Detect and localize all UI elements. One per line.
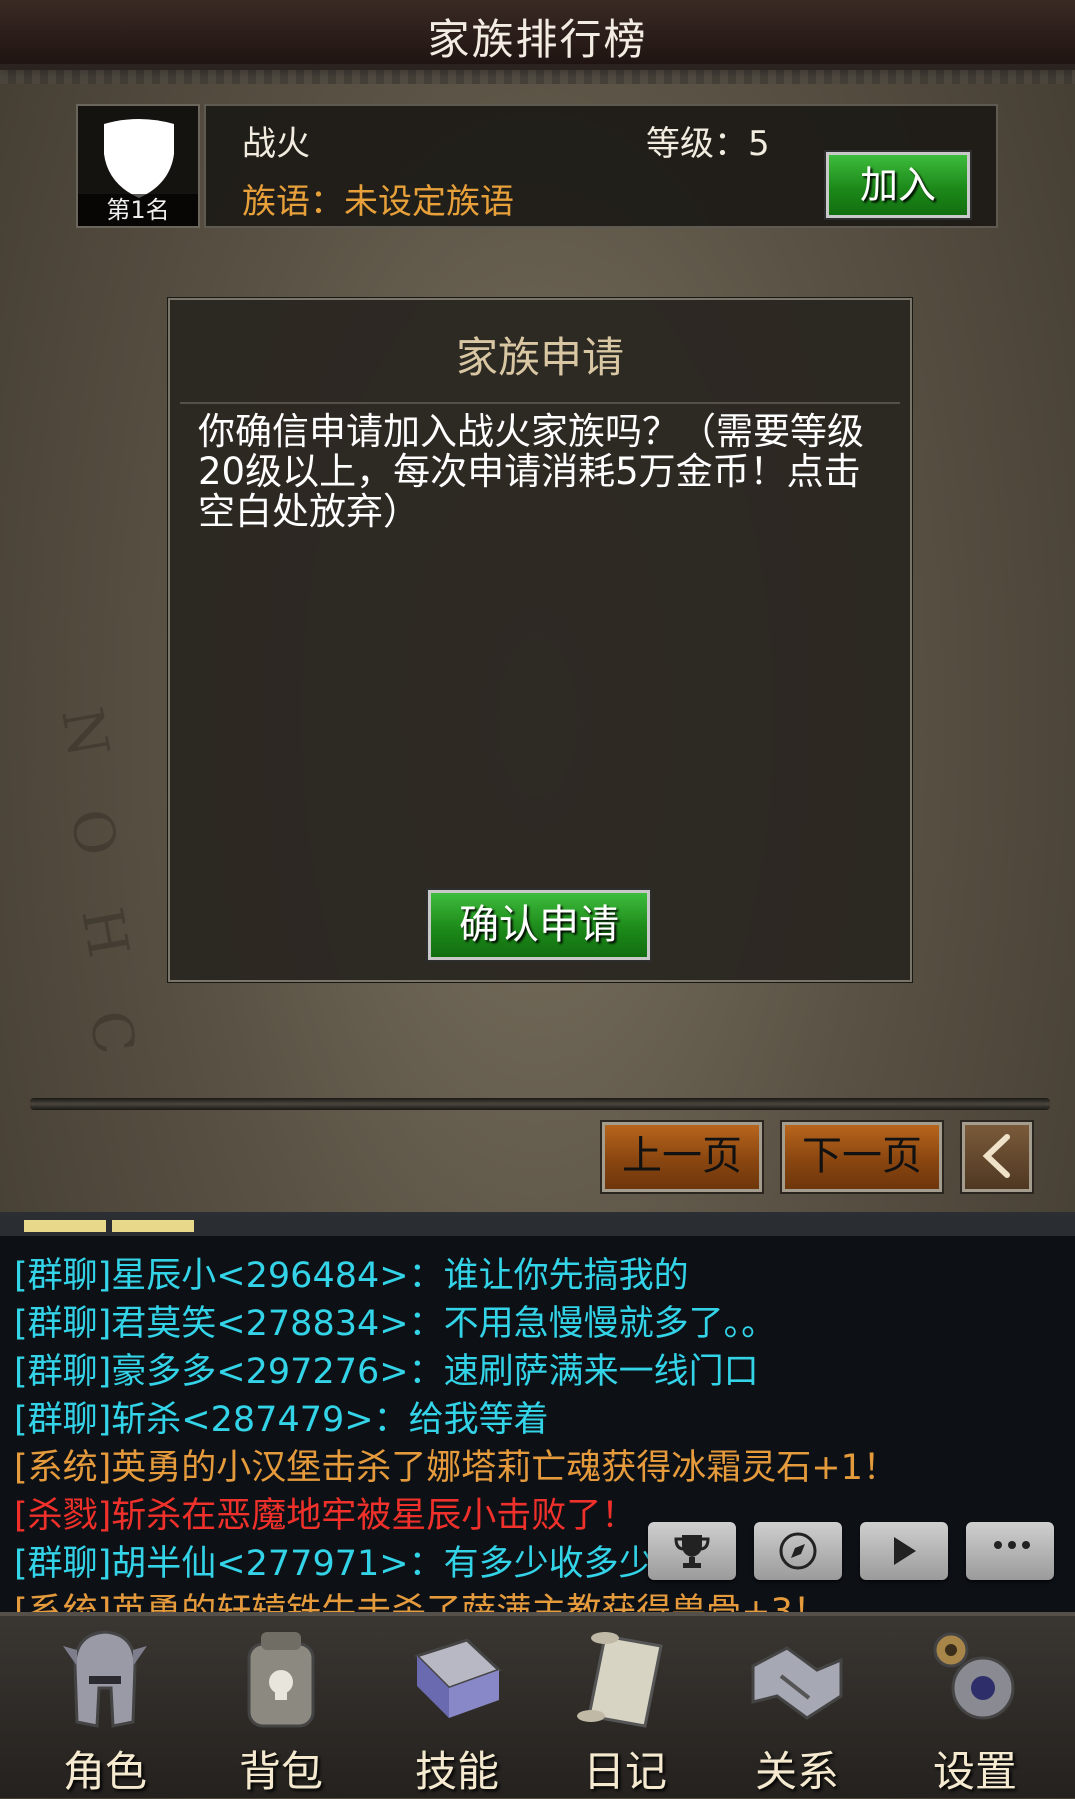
confirm-apply-button[interactable]: 确认申请 xyxy=(426,888,652,962)
chat-line: [系统]英勇的小汉堡击杀了娜塔莉亡魂获得冰霜灵石+1！ xyxy=(14,1448,898,1488)
back-button[interactable] xyxy=(960,1120,1034,1194)
backpack-icon xyxy=(247,1632,315,1728)
chat-line: [群聊]星辰小<296484>：谁让你先搞我的 xyxy=(14,1256,689,1296)
nav-label: 背包 xyxy=(238,1747,323,1796)
family-name: 战火 xyxy=(242,124,310,164)
list-divider xyxy=(30,1098,1050,1110)
chat-line: [群聊]豪多多<297276>：速刷萨满来一线门口 xyxy=(14,1352,759,1392)
dialog-divider xyxy=(180,402,900,404)
chat-line: [群聊]君莫笑<278834>：不用急慢慢就多了。。 xyxy=(14,1304,777,1344)
map-decoration: C xyxy=(75,1005,148,1060)
chat-tab[interactable] xyxy=(112,1220,194,1232)
nav-label: 关系 xyxy=(754,1747,839,1796)
dialog-message: 你确信申请加入战火家族吗？（需要等级20级以上，每次申请消耗5万金币！点击空白处… xyxy=(198,410,864,533)
nav-label: 设置 xyxy=(932,1747,1017,1796)
chevron-left-icon xyxy=(982,1134,1010,1178)
family-motto: 族语：未设定族语 xyxy=(242,182,514,222)
next-page-button[interactable]: 下一页 xyxy=(780,1120,944,1194)
title-trim xyxy=(0,70,1075,84)
shield-icon xyxy=(104,119,174,198)
trophy-icon xyxy=(674,1535,710,1568)
family-emblem: 第1名 xyxy=(76,104,200,228)
chat-tab-strip xyxy=(0,1216,1075,1236)
map-decoration: N xyxy=(48,702,121,763)
gear-icon xyxy=(933,1632,1015,1720)
map-decoration: H xyxy=(68,902,141,963)
chat-tab[interactable] xyxy=(24,1220,106,1232)
nav-item-relations[interactable]: 关系 xyxy=(722,1626,872,1796)
family-apply-dialog: 家族申请 你确信申请加入战火家族吗？（需要等级20级以上，每次申请消耗5万金币！… xyxy=(168,298,912,982)
nav-label: 技能 xyxy=(414,1747,499,1796)
nav-label: 日记 xyxy=(582,1747,667,1796)
play-icon xyxy=(894,1537,916,1565)
nav-item-diary[interactable]: 日记 xyxy=(550,1626,700,1796)
dialog-title: 家族申请 xyxy=(455,333,624,382)
family-level: 等级：5 xyxy=(646,124,770,164)
chat-button[interactable] xyxy=(966,1522,1054,1580)
page-title: 家族排行榜 xyxy=(427,15,648,64)
play-button[interactable] xyxy=(860,1522,948,1580)
join-button[interactable]: 加入 xyxy=(824,150,972,220)
nav-item-backpack[interactable]: 背包 xyxy=(206,1626,356,1796)
nav-item-character[interactable]: 角色 xyxy=(30,1626,180,1796)
title-bar: 家族排行榜 xyxy=(0,0,1075,70)
spellbook-icon xyxy=(414,1638,502,1718)
compass-icon xyxy=(779,1532,817,1570)
rank-label: 第1名 xyxy=(78,194,198,226)
nav-item-settings[interactable]: 设置 xyxy=(900,1626,1050,1796)
nav-item-skills[interactable]: 技能 xyxy=(382,1626,532,1796)
helmet-icon xyxy=(63,1630,147,1728)
quick-actions xyxy=(0,1522,1075,1584)
nav-label: 角色 xyxy=(62,1747,147,1796)
chat-line: [群聊]斩杀<287479>：给我等着 xyxy=(14,1400,549,1440)
handshake-icon xyxy=(751,1646,843,1720)
scroll-icon xyxy=(577,1632,663,1728)
trophy-button[interactable] xyxy=(648,1522,736,1580)
bottom-nav: 角色 背包 技能 日记 关系 设置 xyxy=(0,1612,1075,1798)
map-decoration: O xyxy=(56,804,129,861)
prev-page-button[interactable]: 上一页 xyxy=(600,1120,764,1194)
compass-button[interactable] xyxy=(754,1522,842,1580)
chat-bubble-icon xyxy=(994,1541,1030,1549)
